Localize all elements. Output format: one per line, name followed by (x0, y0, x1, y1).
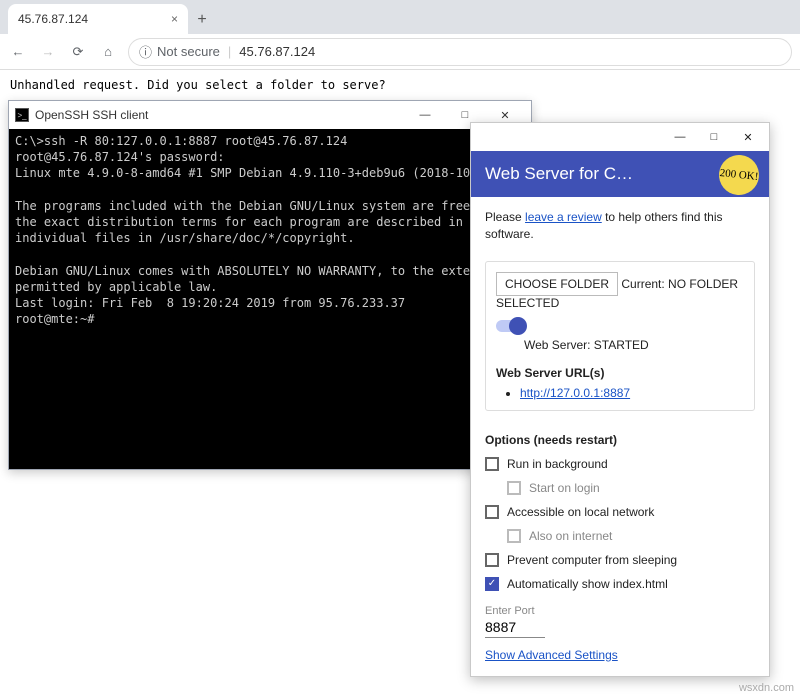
app-minimize-button[interactable]: — (663, 126, 697, 148)
terminal-icon: >_ (15, 108, 29, 122)
current-folder-prefix: Current: (621, 277, 668, 291)
opt-label: Also on internet (529, 529, 612, 543)
ssh-titlebar[interactable]: >_ OpenSSH SSH client — □ ✕ (9, 101, 531, 129)
urls-list: http://127.0.0.1:8887 (520, 386, 744, 400)
watermark: wsxdn.com (739, 682, 794, 694)
list-item: http://127.0.0.1:8887 (520, 386, 744, 400)
urls-heading: Web Server URL(s) (496, 366, 744, 380)
home-button[interactable]: ⌂ (98, 42, 118, 62)
server-status: Web Server: STARTED (524, 338, 744, 352)
ssh-window-title: OpenSSH SSH client (35, 108, 148, 122)
security-indicator[interactable]: ⓘ Not secure (139, 42, 220, 61)
opt-run-background[interactable]: Run in background (485, 457, 755, 471)
review-prompt: Please leave a review to help others fin… (485, 209, 755, 243)
info-icon: ⓘ (139, 42, 152, 61)
server-toggle[interactable] (496, 320, 526, 332)
new-tab-button[interactable]: + (188, 6, 216, 34)
back-button[interactable]: ← (8, 42, 28, 62)
browser-toolbar: ← → ⟳ ⌂ ⓘ Not secure | 45.76.87.124 (0, 34, 800, 70)
url-separator: | (228, 44, 231, 59)
port-input[interactable] (485, 617, 545, 638)
webserver-app-window: — □ ✕ Web Server for C… 200 OK! Please l… (470, 122, 770, 677)
close-tab-icon[interactable]: × (171, 12, 178, 26)
opt-label: Start on login (529, 481, 600, 495)
checkbox-icon[interactable] (507, 529, 521, 543)
opt-local-network[interactable]: Accessible on local network (485, 505, 755, 519)
opt-auto-index[interactable]: ✓ Automatically show index.html (485, 577, 755, 591)
browser-tab-strip: 45.76.87.124 × + (0, 0, 800, 34)
leave-review-link[interactable]: leave a review (525, 210, 602, 224)
app-close-button[interactable]: ✕ (731, 126, 765, 148)
show-advanced-link[interactable]: Show Advanced Settings (485, 648, 618, 662)
app-titlebar[interactable]: — □ ✕ (471, 123, 769, 151)
choose-folder-button[interactable]: CHOOSE FOLDER (496, 272, 618, 296)
opt-prevent-sleep[interactable]: Prevent computer from sleeping (485, 553, 755, 567)
opt-also-internet[interactable]: Also on internet (507, 529, 755, 543)
ssh-window: >_ OpenSSH SSH client — □ ✕ C:\>ssh -R 8… (8, 100, 532, 470)
minimize-button[interactable]: — (405, 103, 445, 127)
port-label: Enter Port (485, 605, 755, 617)
forward-button[interactable]: → (38, 42, 58, 62)
checkbox-icon[interactable] (485, 553, 499, 567)
ok-badge-icon: 200 OK! (717, 153, 761, 197)
security-label: Not secure (157, 44, 220, 59)
server-url-link[interactable]: http://127.0.0.1:8887 (520, 386, 630, 400)
app-title: Web Server for C… (485, 164, 633, 184)
opt-start-login[interactable]: Start on login (507, 481, 755, 495)
page-content: Unhandled request. Did you select a fold… (0, 70, 800, 100)
review-prefix: Please (485, 210, 525, 224)
url-text: 45.76.87.124 (239, 44, 315, 59)
checkbox-icon[interactable]: ✓ (485, 577, 499, 591)
terminal-output[interactable]: C:\>ssh -R 80:127.0.0.1:8887 root@45.76.… (9, 129, 531, 469)
opt-label: Run in background (507, 457, 608, 471)
browser-tab[interactable]: 45.76.87.124 × (8, 4, 188, 34)
app-header: Web Server for C… 200 OK! (471, 151, 769, 197)
opt-label: Automatically show index.html (507, 577, 668, 591)
checkbox-icon[interactable] (485, 505, 499, 519)
toggle-knob (509, 317, 527, 335)
folder-section: CHOOSE FOLDER Current: NO FOLDER SELECTE… (485, 261, 755, 411)
checkbox-icon[interactable] (485, 457, 499, 471)
opt-label: Accessible on local network (507, 505, 654, 519)
options-heading: Options (needs restart) (485, 433, 755, 447)
tab-title: 45.76.87.124 (18, 12, 88, 26)
opt-label: Prevent computer from sleeping (507, 553, 677, 567)
reload-button[interactable]: ⟳ (68, 42, 88, 62)
app-maximize-button[interactable]: □ (697, 126, 731, 148)
address-bar[interactable]: ⓘ Not secure | 45.76.87.124 (128, 38, 792, 66)
checkbox-icon[interactable] (507, 481, 521, 495)
